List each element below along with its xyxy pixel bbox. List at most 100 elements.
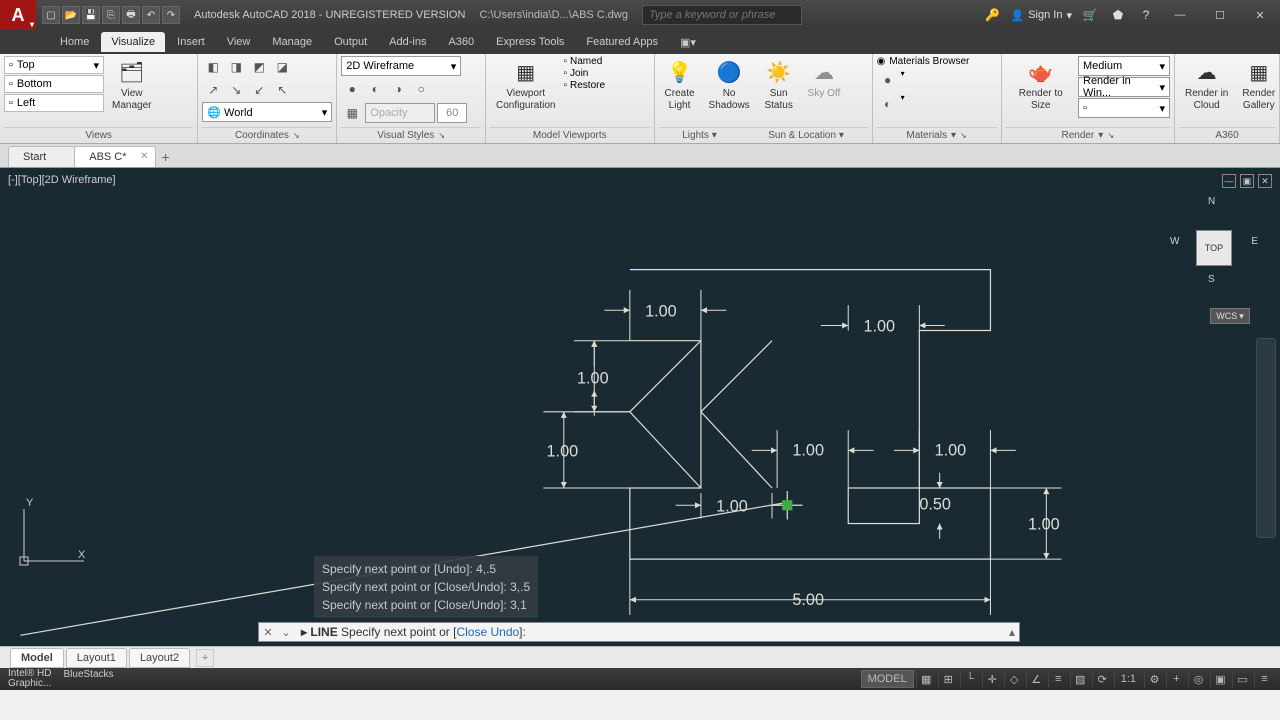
command-line[interactable]: ✕ ⌄ ▸ LINE Specify next point or [Close …: [258, 622, 1020, 642]
ortho-toggle[interactable]: └: [960, 670, 980, 688]
ucs-btn3[interactable]: ◩: [248, 56, 270, 78]
model-space-toggle[interactable]: MODEL: [861, 670, 914, 688]
isolate-icon[interactable]: ◎: [1188, 670, 1208, 688]
grid-toggle[interactable]: ▦: [916, 670, 936, 688]
tab-visualize[interactable]: Visualize: [101, 32, 165, 52]
tab-express[interactable]: Express Tools: [486, 32, 574, 52]
app-menu-button[interactable]: A: [0, 0, 36, 30]
vs-btn1[interactable]: ●: [341, 78, 363, 100]
viewport-restore[interactable]: ▫ Restore: [563, 80, 605, 91]
viewport-config-button[interactable]: ▦Viewport Configuration: [490, 56, 561, 113]
visual-style-select[interactable]: 2D Wireframe▾: [341, 56, 461, 76]
tab-manage[interactable]: Manage: [262, 32, 322, 52]
dim-5: 1.00: [792, 441, 824, 459]
cycling-toggle[interactable]: ⟳: [1092, 670, 1112, 688]
exchange-icon[interactable]: 🛒: [1080, 5, 1100, 25]
doctab-start[interactable]: Start: [8, 146, 75, 167]
tab-addins[interactable]: Add-ins: [379, 32, 436, 52]
navigation-bar[interactable]: [1256, 338, 1276, 538]
render-dest-select[interactable]: Render in Win...▾: [1078, 77, 1170, 97]
viewcube-s[interactable]: S: [1208, 274, 1215, 285]
sign-in-button[interactable]: 👤 Sign In ▾: [1011, 9, 1072, 22]
drawing-canvas[interactable]: [-][Top][2D Wireframe] — ▣ ✕ 1.00 1.00: [0, 168, 1280, 646]
ucs-btn2[interactable]: ◨: [225, 56, 247, 78]
minimize-button[interactable]: —: [1164, 4, 1196, 26]
search-input[interactable]: [642, 5, 802, 25]
ucs-btn5[interactable]: ↗: [202, 79, 224, 101]
workspace-icon[interactable]: ⚙: [1144, 670, 1164, 688]
named-views-list[interactable]: ▫Top▾ ▫Bottom ▫Left: [4, 56, 104, 113]
maximize-button[interactable]: ☐: [1204, 4, 1236, 26]
redo-icon[interactable]: ↷: [162, 6, 180, 24]
ucs-btn8[interactable]: ↖: [271, 79, 293, 101]
tab-a360[interactable]: A360: [438, 32, 484, 52]
cmdline-history-icon[interactable]: ▴: [1005, 625, 1019, 639]
viewport-named[interactable]: ▫ Named: [563, 56, 605, 67]
tab-toggle[interactable]: ▣▾: [670, 32, 706, 53]
mat-btn1[interactable]: ●: [877, 69, 899, 91]
tab-view[interactable]: View: [217, 32, 261, 52]
customize-icon[interactable]: ≡: [1254, 670, 1274, 688]
open-icon[interactable]: 📂: [62, 6, 80, 24]
ucs-btn7[interactable]: ↙: [248, 79, 270, 101]
new-icon[interactable]: ▢: [42, 6, 60, 24]
ucs-icon-btn[interactable]: ◧: [202, 56, 224, 78]
render-to-size-button[interactable]: 🫖Render to Size: [1006, 56, 1077, 113]
render-size-select[interactable]: ▫▾: [1078, 98, 1170, 118]
ucs-world-select[interactable]: 🌐 World▾: [202, 102, 332, 122]
viewcube[interactable]: N W E S TOP: [1174, 196, 1254, 306]
cmdline-settings-icon[interactable]: ⌄: [277, 623, 295, 641]
opacity-toggle[interactable]: ▦: [341, 102, 363, 124]
viewcube-e[interactable]: E: [1251, 236, 1258, 247]
view-top[interactable]: Top: [17, 59, 35, 71]
no-shadows-button[interactable]: 🔵No Shadows: [703, 56, 756, 113]
plot-icon[interactable]: 🖶: [122, 6, 140, 24]
help-icon[interactable]: ?: [1136, 5, 1156, 25]
view-left[interactable]: Left: [17, 97, 35, 109]
viewcube-top-face[interactable]: TOP: [1196, 230, 1232, 266]
tab-home[interactable]: Home: [50, 32, 99, 52]
create-light-button[interactable]: 💡Create Light: [659, 56, 701, 113]
polar-toggle[interactable]: ✛: [982, 670, 1002, 688]
render-cloud-button[interactable]: ☁Render in Cloud: [1179, 56, 1234, 113]
mat-btn2[interactable]: ◐: [877, 93, 899, 115]
anno-scale[interactable]: 1:1: [1114, 670, 1142, 688]
view-bottom[interactable]: Bottom: [17, 78, 52, 90]
doctab-new[interactable]: +: [155, 147, 177, 167]
render-quality-select[interactable]: Medium▾: [1078, 56, 1170, 76]
transparency-toggle[interactable]: ▨: [1070, 670, 1090, 688]
cmdline-close-icon[interactable]: ✕: [259, 623, 277, 641]
osnap-toggle[interactable]: ◇: [1004, 670, 1024, 688]
render-gallery-button[interactable]: ▦Render Gallery: [1236, 56, 1280, 113]
doctab-close-icon[interactable]: ✕: [140, 151, 148, 162]
close-button[interactable]: ✕: [1244, 4, 1276, 26]
vs-btn4[interactable]: ○: [410, 78, 432, 100]
cleanscreen-icon[interactable]: ▭: [1232, 670, 1252, 688]
wcs-badge[interactable]: WCS ▾: [1210, 308, 1250, 324]
vs-btn3[interactable]: ◑: [387, 78, 409, 100]
a360-icon[interactable]: ⬟: [1108, 5, 1128, 25]
vs-btn2[interactable]: ◐: [364, 78, 386, 100]
view-manager-button[interactable]: 🗂View Manager: [106, 56, 157, 113]
materials-browser-button[interactable]: ◉ Materials Browser: [877, 56, 970, 67]
hardware-accel-icon[interactable]: ▣: [1210, 670, 1230, 688]
anno-monitor-icon[interactable]: +: [1166, 670, 1186, 688]
viewcube-w[interactable]: W: [1170, 236, 1179, 247]
tab-insert[interactable]: Insert: [167, 32, 215, 52]
doctab-file[interactable]: ABS C*✕: [74, 146, 155, 167]
viewcube-n[interactable]: N: [1208, 196, 1215, 207]
snap-toggle[interactable]: ⊞: [938, 670, 958, 688]
sky-off-button: ☁Sky Off: [802, 56, 847, 102]
lineweight-toggle[interactable]: ≡: [1048, 670, 1068, 688]
ucs-btn6[interactable]: ↘: [225, 79, 247, 101]
save-icon[interactable]: 💾: [82, 6, 100, 24]
infocenter-icon[interactable]: 🔑: [983, 5, 1003, 25]
sun-status-button[interactable]: ☀️Sun Status: [758, 56, 800, 113]
tab-output[interactable]: Output: [324, 32, 377, 52]
tab-featured[interactable]: Featured Apps: [576, 32, 668, 52]
undo-icon[interactable]: ↶: [142, 6, 160, 24]
otrack-toggle[interactable]: ∠: [1026, 670, 1046, 688]
viewport-join[interactable]: ▫ Join: [563, 68, 605, 79]
saveas-icon[interactable]: ⎘: [102, 6, 120, 24]
ucs-btn4[interactable]: ◪: [271, 56, 293, 78]
